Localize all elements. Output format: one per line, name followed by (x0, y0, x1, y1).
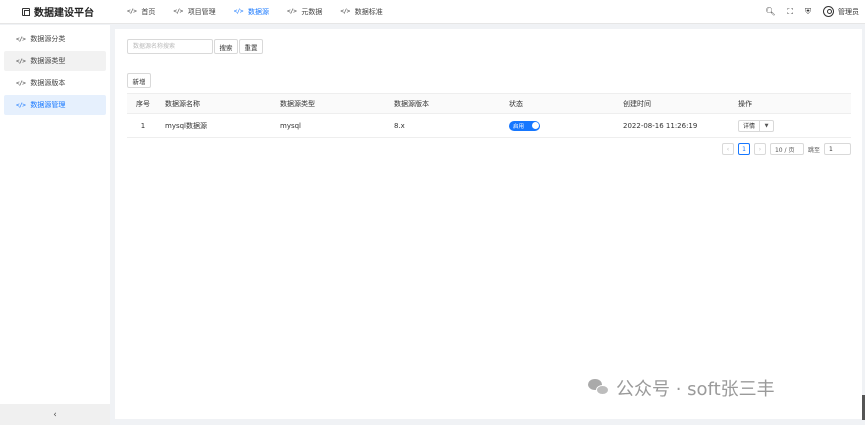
nav-item-data-standard[interactable]: </> 数据标准 (331, 0, 391, 24)
row-actions: 详情 ▼ (732, 119, 851, 132)
search-input[interactable] (127, 39, 213, 54)
code-icon: </> (287, 8, 297, 15)
code-icon: </> (173, 8, 183, 15)
brand: 数据建设平台 (0, 4, 110, 19)
sidebar-item-label: 数据源分类 (30, 35, 66, 43)
sidebar-item-datasource-category[interactable]: </> 数据源分类 (4, 29, 106, 49)
chevron-down-icon[interactable]: ▼ (760, 123, 773, 129)
code-icon: </> (16, 79, 26, 87)
sidebar-item-datasource-management[interactable]: </> 数据源管理 (4, 95, 106, 115)
nav-item-projects[interactable]: </> 项目管理 (164, 0, 224, 24)
sidebar-item-datasource-version[interactable]: </> 数据源版本 (4, 73, 106, 93)
nav-item-label: 项目管理 (187, 7, 216, 16)
top-bar: 数据建设平台 </> 首页 </> 项目管理 </> 数据源 </> 元数据 <… (0, 0, 865, 24)
user-menu[interactable]: 管理员 (823, 6, 859, 17)
column-header: 序号 (136, 99, 150, 108)
code-icon: </> (16, 35, 26, 43)
sidebar-item-label: 数据源管理 (30, 101, 66, 109)
jump-page-input[interactable]: 1 (824, 143, 851, 155)
jump-label: 跳至 (807, 146, 820, 154)
sidebar-item-label: 数据源类型 (30, 57, 66, 65)
page-button-current[interactable]: 1 (737, 143, 750, 155)
nav-item-label: 数据标准 (354, 7, 383, 16)
pagination: ‹ 1 › 10 / 页 跳至 1 (721, 143, 851, 155)
code-icon: </> (16, 101, 26, 109)
column-header: 操作 (738, 99, 752, 108)
nav-item-home[interactable]: </> 首页 (118, 0, 164, 24)
fullscreen-icon[interactable]: ⛶ (787, 7, 793, 17)
page-size-value: 10 / 页 (774, 146, 795, 154)
code-icon: </> (233, 8, 244, 15)
row-type: mysql (280, 121, 301, 130)
column-header: 数据源类型 (280, 99, 315, 108)
status-toggle-label: 启用 (513, 123, 525, 130)
nav-item-metadata[interactable]: </> 元数据 (278, 0, 331, 24)
row-name: mysql数据源 (165, 121, 207, 130)
search-button[interactable]: 搜索 (214, 39, 238, 54)
prev-page-button[interactable]: ‹ (721, 143, 734, 155)
nav-item-label: 首页 (141, 7, 156, 16)
row-status: 启用 (503, 120, 617, 131)
column-header: 数据源名称 (165, 99, 200, 108)
sidebar-item-datasource-type[interactable]: </> 数据源类型 (4, 51, 106, 71)
user-name: 管理员 (838, 7, 859, 16)
top-nav: </> 首页 </> 项目管理 </> 数据源 </> 元数据 </> 数据标准 (118, 0, 392, 24)
top-right-actions: 🔍︎ ⛶ ⛨ 管理员 (765, 6, 865, 17)
search-icon[interactable]: 🔍︎ (765, 7, 775, 16)
sidebar-collapse-button[interactable]: ‹ (0, 404, 110, 425)
nav-item-label: 数据源 (248, 7, 270, 16)
status-toggle[interactable]: 启用 (509, 120, 540, 131)
code-icon: </> (16, 57, 26, 65)
watermark: 公众号 · soft张三丰 (588, 375, 775, 401)
toggle-knob (531, 122, 539, 129)
logo-icon (22, 7, 30, 16)
next-page-button[interactable]: › (753, 143, 766, 155)
code-icon: </> (127, 8, 137, 15)
table-header: 序号 数据源名称 数据源类型 数据源版本 状态 创建时间 操作 (127, 94, 851, 114)
app-title: 数据建设平台 (34, 8, 94, 19)
action-dropdown: 详情 ▼ (738, 119, 775, 132)
column-header: 状态 (509, 99, 523, 108)
row-created: 2022-08-16 11:26:19 (623, 121, 698, 130)
avatar-icon (823, 6, 834, 17)
nav-item-label: 元数据 (301, 7, 323, 16)
sidebar: </> 数据源分类 </> 数据源类型 </> 数据源版本 </> 数据源管理 … (0, 25, 110, 425)
reset-button[interactable]: 重置 (239, 39, 263, 54)
detail-button[interactable]: 详情 (739, 120, 761, 131)
chevron-left-icon: ‹ (53, 409, 57, 420)
nav-item-datasource[interactable]: </> 数据源 (225, 0, 278, 24)
code-icon: </> (340, 8, 350, 15)
column-header: 数据源版本 (394, 99, 429, 108)
main-content: 搜索 重置 新增 序号 数据源名称 数据源类型 数据源版本 状态 创建时间 操作… (115, 29, 862, 419)
sidebar-item-label: 数据源版本 (30, 79, 66, 87)
add-button[interactable]: 新增 (127, 73, 151, 88)
table-row: 1 mysql数据源 mysql 8.x 启用 2022-08-16 11:26… (127, 114, 851, 138)
column-header: 创建时间 (623, 99, 651, 108)
watermark-text: 公众号 · soft张三丰 (616, 379, 775, 400)
row-index: 1 (140, 121, 146, 130)
wechat-icon (588, 379, 610, 397)
shield-icon[interactable]: ⛨ (805, 7, 811, 17)
datasource-table: 序号 数据源名称 数据源类型 数据源版本 状态 创建时间 操作 1 mysql数… (127, 93, 851, 138)
row-version: 8.x (394, 121, 405, 130)
page-size-select[interactable]: 10 / 页 (769, 143, 804, 155)
